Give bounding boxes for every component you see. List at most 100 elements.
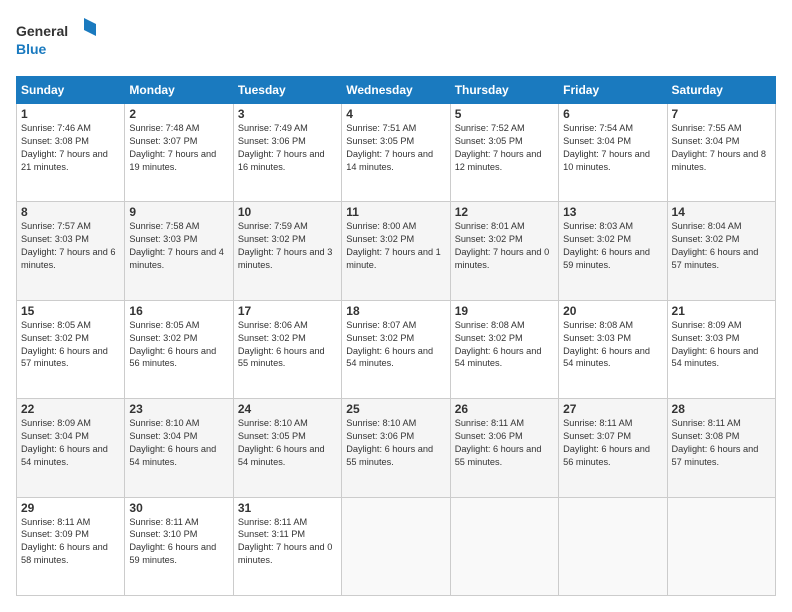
cell-text: Sunrise: 8:01 AMSunset: 3:02 PMDaylight:… [455, 221, 550, 270]
svg-text:General: General [16, 23, 68, 39]
calendar-cell: 30 Sunrise: 8:11 AMSunset: 3:10 PMDayligh… [125, 497, 233, 595]
calendar-cell: 7Sunrise: 7:55 AMSunset: 3:04 PMDaylight… [667, 104, 775, 202]
cell-text: Sunrise: 7:49 AMSunset: 3:06 PMDaylight:… [238, 123, 325, 172]
day-number: 29 [21, 501, 120, 515]
col-header-saturday: Saturday [667, 77, 775, 104]
cell-text: Sunrise: 8:11 AMSunset: 3:11 PMDaylight:… [238, 517, 333, 566]
cell-text: Sunrise: 8:11 AMSunset: 3:06 PMDaylight:… [455, 418, 542, 467]
calendar-cell: 12 Sunrise: 8:01 AMSunset: 3:02 PMDayligh… [450, 202, 558, 300]
calendar-cell: 11 Sunrise: 8:00 AMSunset: 3:02 PMDayligh… [342, 202, 450, 300]
day-number: 26 [455, 402, 554, 416]
day-number: 12 [455, 205, 554, 219]
day-number: 3 [238, 107, 337, 121]
day-number: 23 [129, 402, 228, 416]
calendar-cell [667, 497, 775, 595]
cell-text: Sunrise: 7:55 AMSunset: 3:04 PMDaylight:… [672, 123, 767, 172]
cell-text: Sunrise: 8:09 AMSunset: 3:04 PMDaylight:… [21, 418, 108, 467]
day-number: 22 [21, 402, 120, 416]
day-number: 21 [672, 304, 771, 318]
calendar-cell: 2 Sunrise: 7:48 AMSunset: 3:07 PMDaylight… [125, 104, 233, 202]
week-row-1: 1Sunrise: 7:46 AMSunset: 3:08 PMDaylight… [17, 104, 776, 202]
cell-text: Sunrise: 7:58 AMSunset: 3:03 PMDaylight:… [129, 221, 224, 270]
calendar-cell: 4 Sunrise: 7:51 AMSunset: 3:05 PMDaylight… [342, 104, 450, 202]
day-number: 4 [346, 107, 445, 121]
cell-text: Sunrise: 8:00 AMSunset: 3:02 PMDaylight:… [346, 221, 441, 270]
day-number: 5 [455, 107, 554, 121]
cell-text: Sunrise: 7:46 AMSunset: 3:08 PMDaylight:… [21, 123, 108, 172]
cell-text: Sunrise: 8:05 AMSunset: 3:02 PMDaylight:… [21, 320, 108, 369]
day-number: 28 [672, 402, 771, 416]
calendar-cell: 29 Sunrise: 8:11 AMSunset: 3:09 PMDayligh… [17, 497, 125, 595]
calendar-cell [342, 497, 450, 595]
day-number: 6 [563, 107, 662, 121]
cell-text: Sunrise: 8:04 AMSunset: 3:02 PMDaylight:… [672, 221, 759, 270]
cell-text: Sunrise: 8:06 AMSunset: 3:02 PMDaylight:… [238, 320, 325, 369]
logo-block: General Blue [16, 16, 106, 66]
day-number: 20 [563, 304, 662, 318]
header: General Blue [16, 16, 776, 66]
calendar-cell: 6 Sunrise: 7:54 AMSunset: 3:04 PMDaylight… [559, 104, 667, 202]
cell-text: Sunrise: 8:11 AMSunset: 3:08 PMDaylight:… [672, 418, 759, 467]
cell-text: Sunrise: 8:11 AMSunset: 3:09 PMDaylight:… [21, 517, 108, 566]
day-number: 11 [346, 205, 445, 219]
cell-text: Sunrise: 7:48 AMSunset: 3:07 PMDaylight:… [129, 123, 216, 172]
cell-text: Sunrise: 8:03 AMSunset: 3:02 PMDaylight:… [563, 221, 650, 270]
cell-text: Sunrise: 7:59 AMSunset: 3:02 PMDaylight:… [238, 221, 333, 270]
day-number: 13 [563, 205, 662, 219]
calendar-cell: 8 Sunrise: 7:57 AMSunset: 3:03 PMDaylight… [17, 202, 125, 300]
cell-text: Sunrise: 8:10 AMSunset: 3:05 PMDaylight:… [238, 418, 325, 467]
col-header-tuesday: Tuesday [233, 77, 341, 104]
cell-text: Sunrise: 8:05 AMSunset: 3:02 PMDaylight:… [129, 320, 216, 369]
calendar-cell: 14Sunrise: 8:04 AMSunset: 3:02 PMDayligh… [667, 202, 775, 300]
svg-text:Blue: Blue [16, 41, 47, 57]
cell-text: Sunrise: 8:09 AMSunset: 3:03 PMDaylight:… [672, 320, 759, 369]
calendar-cell: 28 Sunrise: 8:11 AMSunset: 3:08 PMDayligh… [667, 399, 775, 497]
day-number: 27 [563, 402, 662, 416]
col-header-monday: Monday [125, 77, 233, 104]
day-number: 30 [129, 501, 228, 515]
calendar-cell [450, 497, 558, 595]
day-number: 8 [21, 205, 120, 219]
calendar-cell: 9 Sunrise: 7:58 AMSunset: 3:03 PMDaylight… [125, 202, 233, 300]
cell-text: Sunrise: 7:54 AMSunset: 3:04 PMDaylight:… [563, 123, 650, 172]
day-number: 2 [129, 107, 228, 121]
cell-text: Sunrise: 8:08 AMSunset: 3:02 PMDaylight:… [455, 320, 542, 369]
page: General Blue SundayMondayTuesdayWednesda… [0, 0, 792, 612]
cell-text: Sunrise: 8:10 AMSunset: 3:06 PMDaylight:… [346, 418, 433, 467]
calendar-cell: 31 Sunrise: 8:11 AMSunset: 3:11 PMDayligh… [233, 497, 341, 595]
cell-text: Sunrise: 8:11 AMSunset: 3:07 PMDaylight:… [563, 418, 650, 467]
day-number: 24 [238, 402, 337, 416]
day-number: 18 [346, 304, 445, 318]
calendar-cell: 18 Sunrise: 8:07 AMSunset: 3:02 PMDayligh… [342, 300, 450, 398]
day-number: 16 [129, 304, 228, 318]
day-number: 10 [238, 205, 337, 219]
cell-text: Sunrise: 7:52 AMSunset: 3:05 PMDaylight:… [455, 123, 542, 172]
day-number: 31 [238, 501, 337, 515]
calendar-cell: 13 Sunrise: 8:03 AMSunset: 3:02 PMDayligh… [559, 202, 667, 300]
calendar-cell: 19 Sunrise: 8:08 AMSunset: 3:02 PMDayligh… [450, 300, 558, 398]
cell-text: Sunrise: 8:11 AMSunset: 3:10 PMDaylight:… [129, 517, 216, 566]
calendar-cell: 17 Sunrise: 8:06 AMSunset: 3:02 PMDayligh… [233, 300, 341, 398]
calendar-cell: 5 Sunrise: 7:52 AMSunset: 3:05 PMDaylight… [450, 104, 558, 202]
day-number: 9 [129, 205, 228, 219]
col-header-thursday: Thursday [450, 77, 558, 104]
cell-text: Sunrise: 7:57 AMSunset: 3:03 PMDaylight:… [21, 221, 116, 270]
cell-text: Sunrise: 8:07 AMSunset: 3:02 PMDaylight:… [346, 320, 433, 369]
day-number: 19 [455, 304, 554, 318]
calendar-cell: 24 Sunrise: 8:10 AMSunset: 3:05 PMDayligh… [233, 399, 341, 497]
logo: General Blue [16, 16, 106, 66]
col-header-wednesday: Wednesday [342, 77, 450, 104]
day-number: 17 [238, 304, 337, 318]
calendar-table: SundayMondayTuesdayWednesdayThursdayFrid… [16, 76, 776, 596]
calendar-cell: 21 Sunrise: 8:09 AMSunset: 3:03 PMDayligh… [667, 300, 775, 398]
calendar-header-row: SundayMondayTuesdayWednesdayThursdayFrid… [17, 77, 776, 104]
calendar-cell: 16 Sunrise: 8:05 AMSunset: 3:02 PMDayligh… [125, 300, 233, 398]
cell-text: Sunrise: 7:51 AMSunset: 3:05 PMDaylight:… [346, 123, 433, 172]
cell-text: Sunrise: 8:10 AMSunset: 3:04 PMDaylight:… [129, 418, 216, 467]
calendar-cell: 15Sunrise: 8:05 AMSunset: 3:02 PMDayligh… [17, 300, 125, 398]
calendar-cell [559, 497, 667, 595]
col-header-sunday: Sunday [17, 77, 125, 104]
calendar-cell: 20Sunrise: 8:08 AMSunset: 3:03 PMDayligh… [559, 300, 667, 398]
day-number: 25 [346, 402, 445, 416]
calendar-cell: 1Sunrise: 7:46 AMSunset: 3:08 PMDaylight… [17, 104, 125, 202]
